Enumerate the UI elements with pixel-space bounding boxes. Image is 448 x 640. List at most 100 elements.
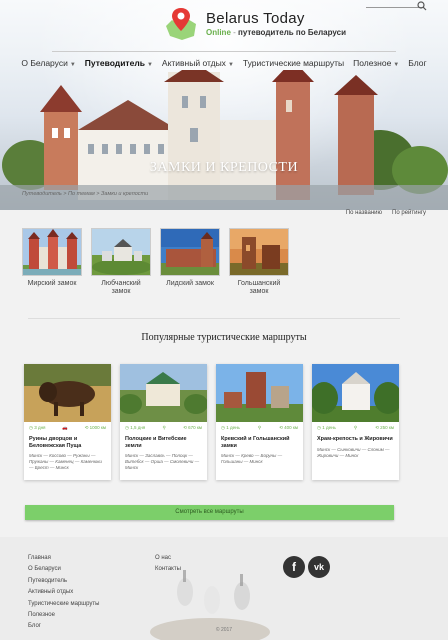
route-description: Минск — Крево — Боруны — Гольшаны — Минс… — [221, 453, 283, 464]
hiker-icon: ⚲ — [257, 425, 262, 430]
car-icon: 🚗 — [62, 425, 68, 430]
nav-item-active-rest[interactable]: Активный отдых ▼ — [162, 58, 234, 68]
castle-card-mir[interactable]: Мирский замок — [22, 228, 82, 296]
site-footer: Главная О Беларуси Путеводитель Активный… — [0, 537, 448, 640]
route-distance: ⟲ 1000 км — [84, 425, 106, 430]
breadcrumb[interactable]: Путеводитель > По темам > Замки и крепос… — [22, 191, 148, 197]
site-tagline: Online - путеводитель по Беларуси — [206, 28, 346, 37]
route-card[interactable]: ◷ 1 день ⚲ ⟲ 400 км Кревский и Гольшанск… — [216, 364, 303, 480]
popular-routes-heading: Популярные туристические маршруты — [141, 332, 307, 343]
route-days-value: 1 день — [322, 425, 336, 430]
footer-link[interactable]: Главная — [28, 553, 99, 564]
main-nav: О Беларуси ▼ Путеводитель ▼ Активный отдых… — [0, 58, 448, 68]
castle-label[interactable]: Мирский замок — [22, 280, 82, 288]
footer-link[interactable]: Путеводитель — [28, 576, 99, 587]
route-meta: ◷ 1,5 дня ⚲ ⟲ 670 км — [120, 422, 207, 431]
chevron-down-icon: ▼ — [69, 62, 76, 68]
nav-item-useful[interactable]: Полезное ▼ — [353, 58, 399, 68]
castle-thumbnail[interactable] — [22, 228, 82, 276]
tagline-separator: - — [230, 28, 238, 37]
nav-item-guide[interactable]: Путеводитель ▼ — [85, 58, 153, 68]
castles-grid: Мирский замок Любчанский замок Лидский з… — [22, 228, 289, 296]
chevron-down-icon: ▼ — [227, 62, 234, 68]
vk-icon[interactable]: vk — [308, 556, 330, 578]
route-days: ◷ 3 дня — [29, 425, 46, 430]
search-icon[interactable] — [417, 1, 427, 11]
castle-card-golshany[interactable]: Гольшанский замок — [229, 228, 289, 296]
route-title[interactable]: Кревский и Гольшанский замки — [216, 431, 303, 449]
castle-hero-image — [0, 70, 448, 210]
route-description: Минск — Коссово — Ружаны — Пружаны — Кам… — [29, 453, 102, 470]
nav-label: Туристические маршруты — [242, 58, 345, 68]
nav-label: Путеводитель — [84, 58, 145, 68]
castle-card-lida[interactable]: Лидский замок — [160, 228, 220, 296]
route-card[interactable]: ◷ 3 дня 🚗 ⟲ 1000 км Руины дворцов и Бело… — [24, 364, 111, 480]
castle-label[interactable]: Любчанский замок — [91, 280, 151, 296]
footer-links-info: О нас Контакты — [155, 553, 181, 576]
nav-label: Блог — [408, 58, 427, 68]
route-image[interactable] — [312, 364, 399, 422]
route-days-value: 1,5 дня — [130, 425, 146, 430]
nav-divider — [52, 51, 396, 52]
route-image[interactable] — [24, 364, 111, 422]
route-title[interactable]: Полоцкие и Витебские земли — [120, 431, 207, 449]
route-meta: ◷ 1 день ⚲ ⟲ 250 км — [312, 422, 399, 431]
route-card[interactable]: ◷ 1 день ⚲ ⟲ 250 км Храм-крепость и Жиро… — [312, 364, 399, 480]
route-days: ◷ 1 день — [221, 425, 240, 430]
section-divider — [28, 318, 400, 319]
hiker-icon: ⚲ — [162, 425, 166, 430]
nav-label: Активный отдых — [161, 58, 226, 68]
nav-item-tourist-routes[interactable]: Туристические маршруты — [243, 58, 344, 68]
route-meta: ◷ 3 дня 🚗 ⟲ 1000 км — [24, 422, 111, 431]
chevron-down-icon: ▼ — [146, 62, 153, 68]
sort-by-name-link[interactable]: По названию — [346, 210, 382, 216]
route-title[interactable]: Храм-крепость и Жировичи — [312, 431, 399, 443]
belarus-map-pin-logo[interactable] — [164, 6, 198, 42]
castle-thumbnail[interactable] — [229, 228, 289, 276]
nav-item-blog[interactable]: Блог — [408, 58, 426, 68]
footer-link[interactable]: Контакты — [155, 564, 181, 575]
footer-link[interactable]: О нас — [155, 553, 181, 564]
tagline-text: путеводитель по Беларуси — [238, 28, 346, 37]
castle-label[interactable]: Гольшанский замок — [229, 280, 289, 296]
footer-link[interactable]: Туристические маршруты — [28, 599, 99, 610]
footer-link[interactable]: Активный отдых — [28, 587, 99, 598]
route-distance-value: 250 км — [380, 425, 394, 430]
nav-label: Полезное — [353, 58, 392, 68]
route-description: Минск — Сынковичи — Слоним — Жировичи — … — [317, 446, 390, 458]
route-distance: ⟲ 670 км — [183, 425, 202, 430]
route-days-value: 3 дня — [34, 425, 46, 430]
route-days: ◷ 1,5 дня — [125, 425, 146, 430]
nav-item-about-belarus[interactable]: О Беларуси ▼ — [21, 58, 75, 68]
castle-label[interactable]: Лидский замок — [160, 280, 220, 288]
route-days-value: 1 день — [226, 425, 240, 430]
footer-link[interactable]: О Беларуси — [28, 564, 99, 575]
footer-links-main: Главная О Беларуси Путеводитель Активный… — [28, 553, 99, 633]
routes-list: ◷ 3 дня 🚗 ⟲ 1000 км Руины дворцов и Бело… — [24, 364, 399, 480]
search-input-underline[interactable] — [366, 7, 422, 8]
castle-thumbnail[interactable] — [91, 228, 151, 276]
route-distance: ⟲ 250 км — [375, 425, 394, 430]
copyright-text: © 2017 — [215, 627, 233, 633]
footer-link[interactable]: Полезное — [28, 610, 99, 621]
route-description: Минск — Заславль — Полоцк — Витебск — Ор… — [125, 453, 200, 470]
hiker-icon: ⚲ — [353, 425, 358, 430]
page-title: ЗАМКИ И КРЕПОСТИ — [149, 160, 299, 175]
route-card[interactable]: ◷ 1,5 дня ⚲ ⟲ 670 км Полоцкие и Витебски… — [120, 364, 207, 480]
route-distance-value: 1000 км — [89, 425, 106, 430]
castle-card-lyubcha[interactable]: Любчанский замок — [91, 228, 151, 296]
site-brand-name[interactable]: Belarus Today — [206, 10, 305, 27]
see-all-routes-button[interactable]: Смотреть все маршруты — [25, 505, 394, 520]
route-image[interactable] — [120, 364, 207, 422]
nav-label: О Беларуси — [21, 58, 68, 68]
sort-by-rating-link[interactable]: По рейтингу — [392, 210, 426, 216]
route-title[interactable]: Руины дворцов и Беловежская Пуща — [24, 431, 111, 449]
route-image[interactable] — [216, 364, 303, 422]
sort-controls: По названию По рейтингу — [346, 210, 426, 216]
chevron-down-icon: ▼ — [393, 62, 400, 68]
tagline-online: Online — [206, 28, 231, 37]
castle-thumbnail[interactable] — [160, 228, 220, 276]
site-header: Belarus Today Online - путеводитель по Б… — [0, 0, 448, 210]
facebook-icon[interactable]: f — [283, 556, 305, 578]
route-days: ◷ 1 день — [317, 425, 336, 430]
